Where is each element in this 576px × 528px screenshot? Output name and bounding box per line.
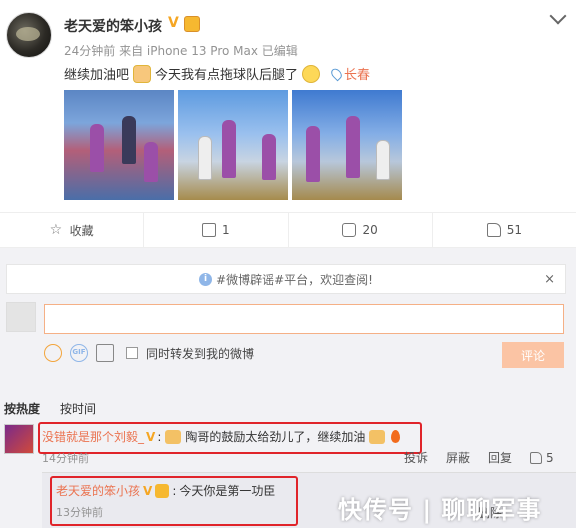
forward-checkbox[interactable] — [126, 347, 138, 359]
chevron-down-icon[interactable] — [549, 7, 567, 25]
medal-icon — [184, 16, 200, 32]
image-upload-icon[interactable] — [96, 344, 114, 362]
favorite-label: 收藏 — [69, 223, 94, 238]
rumor-notice-banner[interactable]: i #微博辟谣#平台，欢迎查阅! × — [6, 264, 566, 294]
player-figure — [376, 140, 390, 180]
player-figure — [306, 126, 320, 182]
fire-emoji-icon — [391, 430, 401, 443]
forward-button[interactable]: 1 — [144, 213, 289, 247]
block-link[interactable]: 屏蔽 — [446, 449, 470, 466]
my-avatar — [6, 302, 36, 332]
commenter-name[interactable]: 没错就是那个刘毅_ — [42, 428, 144, 445]
star-icon: ☆ — [49, 222, 63, 238]
composer-toolbar: GIF 同时转发到我的微博 — [44, 342, 254, 364]
medal-icon — [155, 483, 170, 498]
post-action-bar: ☆ 收藏 1 20 51 — [0, 212, 576, 248]
favorite-button[interactable]: ☆ 收藏 — [0, 213, 145, 247]
notice-text: #微博辟谣#平台，欢迎查阅! — [216, 272, 373, 287]
thumbs-up-emoji-icon — [133, 64, 152, 83]
comment-text: 没错就是那个刘毅_ V : 陶哥的鼓励太给劲儿了，继续加油 — [42, 428, 401, 445]
like-count: 51 — [506, 223, 523, 237]
comment-actions: 投诉 屏蔽 回复 5 — [404, 449, 554, 466]
forward-icon — [202, 223, 217, 237]
player-figure — [262, 134, 276, 180]
reply-author-name[interactable]: 老天爱的笨小孩 — [56, 482, 140, 499]
verified-icon: V — [143, 483, 153, 498]
tab-sort-hot[interactable]: 按热度 — [4, 400, 40, 417]
emoji-picker-icon[interactable] — [44, 344, 62, 362]
location-label: 长春 — [344, 68, 371, 83]
post-text-part1: 继续加油吧 — [64, 68, 130, 83]
verified-icon: V — [168, 15, 179, 31]
thumbs-up-icon — [486, 223, 501, 237]
reply-link[interactable]: 回复 — [488, 449, 512, 466]
forward-count: 1 — [222, 223, 230, 237]
colon: : — [157, 429, 162, 444]
clap-emoji-icon — [165, 429, 182, 444]
post-text: 继续加油吧 今天我有点拖球队后腿了 长春 — [64, 64, 370, 83]
comment-button[interactable]: 20 — [289, 213, 433, 247]
forward-checkbox-label: 同时转发到我的微博 — [146, 346, 255, 361]
comment-input[interactable] — [44, 304, 564, 334]
post-image-1[interactable] — [64, 90, 174, 200]
report-link[interactable]: 投诉 — [404, 449, 428, 466]
comment-sort-tabs: 按热度 按时间 — [4, 400, 96, 417]
comment-like-button[interactable]: 5 — [530, 451, 554, 465]
weibo-post: 老天爱的笨小孩 V 24分钟前 来自 iPhone 13 Pro Max 已编辑… — [0, 0, 576, 212]
post-image-3[interactable] — [292, 90, 402, 200]
fist-emoji-icon — [369, 429, 386, 444]
location-link[interactable]: 长春 — [329, 64, 371, 83]
colon: : — [172, 483, 177, 498]
like-button[interactable]: 51 — [433, 213, 576, 247]
comment-time: 14分钟前 — [42, 452, 89, 465]
location-pin-icon — [329, 66, 344, 81]
comment-icon — [342, 223, 357, 237]
reply-text: 老天爱的笨小孩 V : 今天你是第一功臣 — [56, 482, 275, 499]
reply-time: 13分钟前 — [56, 506, 103, 519]
sad-face-emoji-icon — [302, 64, 321, 83]
verified-icon: V — [146, 429, 156, 444]
player-figure — [144, 142, 158, 182]
tab-sort-time[interactable]: 按时间 — [60, 400, 96, 417]
reply-body: 今天你是第一功臣 — [179, 484, 276, 498]
player-figure — [222, 120, 236, 178]
player-figure — [198, 136, 212, 180]
author-name[interactable]: 老天爱的笨小孩 — [64, 16, 162, 36]
post-text-part2: 今天我有点拖球队后腿了 — [155, 68, 299, 83]
comment-body: 陶哥的鼓励太给劲儿了，继续加油 — [185, 430, 366, 444]
submit-comment-button[interactable]: 评论 — [502, 342, 564, 368]
post-meta: 24分钟前 来自 iPhone 13 Pro Max 已编辑 — [64, 44, 298, 58]
post-image-2[interactable] — [178, 90, 288, 200]
thumbs-up-icon — [530, 452, 543, 464]
commenter-avatar[interactable] — [4, 424, 34, 454]
close-icon[interactable]: × — [544, 272, 555, 287]
comment-like-count: 5 — [546, 450, 554, 465]
author-avatar[interactable] — [6, 12, 52, 58]
player-figure — [90, 124, 104, 172]
info-icon: i — [199, 272, 213, 286]
player-figure — [122, 116, 136, 164]
watermark-text: 快传号 | 聊聊军事 — [338, 496, 542, 524]
player-figure — [346, 116, 360, 178]
comment-count: 20 — [362, 223, 378, 237]
gif-icon[interactable]: GIF — [70, 344, 88, 362]
